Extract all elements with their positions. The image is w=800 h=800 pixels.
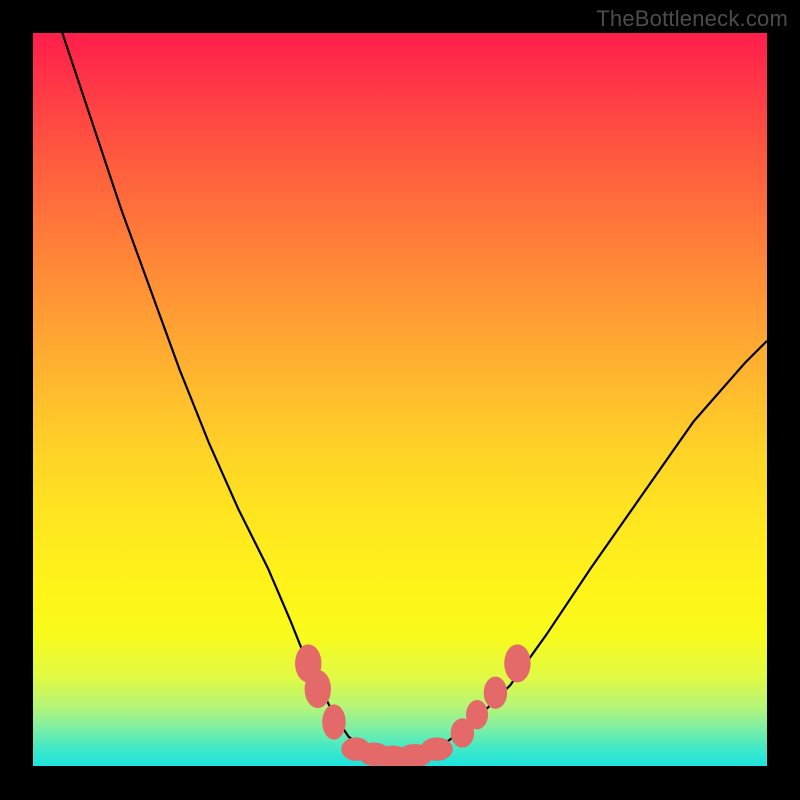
plot-area <box>33 33 767 766</box>
curve-marker <box>504 644 530 682</box>
curve-marker <box>466 700 488 729</box>
curve-marker <box>484 677 507 709</box>
curve-marker <box>305 670 331 708</box>
bottleneck-curve <box>33 33 767 766</box>
attribution-text: TheBottleneck.com <box>596 6 788 32</box>
curve-marker <box>421 737 453 760</box>
chart-frame: TheBottleneck.com <box>0 0 800 800</box>
curve-marker <box>322 704 345 739</box>
curve-path <box>62 33 767 757</box>
